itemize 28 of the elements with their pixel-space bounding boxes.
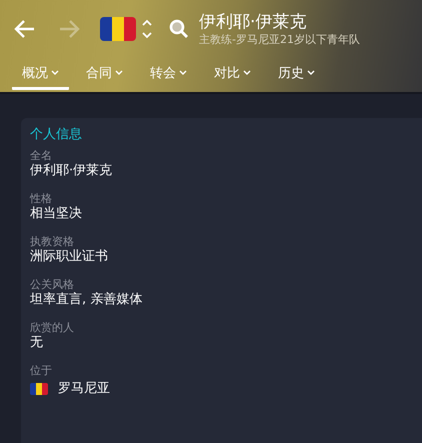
chevron-down-icon bbox=[179, 70, 187, 75]
tab[interactable]: 合同 bbox=[76, 58, 133, 90]
chevron-down-icon bbox=[307, 70, 315, 75]
field-label: 全名 bbox=[30, 149, 53, 162]
manager-name: 伊利耶·伊莱克 bbox=[199, 12, 308, 32]
flag-icon bbox=[30, 382, 48, 394]
field-label: 位于 bbox=[30, 364, 53, 377]
card-title: 个人信息 bbox=[30, 126, 83, 143]
field-value: 伊利耶·伊莱克 bbox=[30, 162, 114, 179]
search-button[interactable] bbox=[168, 18, 190, 40]
chevron-down-icon bbox=[243, 70, 251, 75]
field-value: 坦率直言, 亲善媒体 bbox=[30, 291, 144, 308]
field-label: 欣赏的人 bbox=[30, 321, 75, 334]
field-label: 性格 bbox=[30, 192, 53, 205]
field-label: 公关风格 bbox=[30, 278, 75, 291]
flag-icon bbox=[100, 17, 136, 41]
tab[interactable]: 对比 bbox=[204, 58, 261, 90]
chevron-down-icon bbox=[51, 70, 59, 75]
manager-role: 主教练-罗马尼亚21岁以下青年队 bbox=[199, 32, 360, 46]
field-value: 罗马尼亚 bbox=[58, 380, 110, 397]
field-label: 执教资格 bbox=[30, 235, 75, 248]
tab[interactable]: 转会 bbox=[140, 58, 197, 90]
field-value: 洲际职业证书 bbox=[30, 248, 109, 265]
tab[interactable]: 概况 bbox=[12, 58, 69, 90]
field-value: 相当坚决 bbox=[30, 205, 83, 222]
tab[interactable]: 历史 bbox=[268, 58, 325, 90]
chevron-down-icon bbox=[115, 70, 123, 75]
field-value: 无 bbox=[30, 334, 44, 351]
